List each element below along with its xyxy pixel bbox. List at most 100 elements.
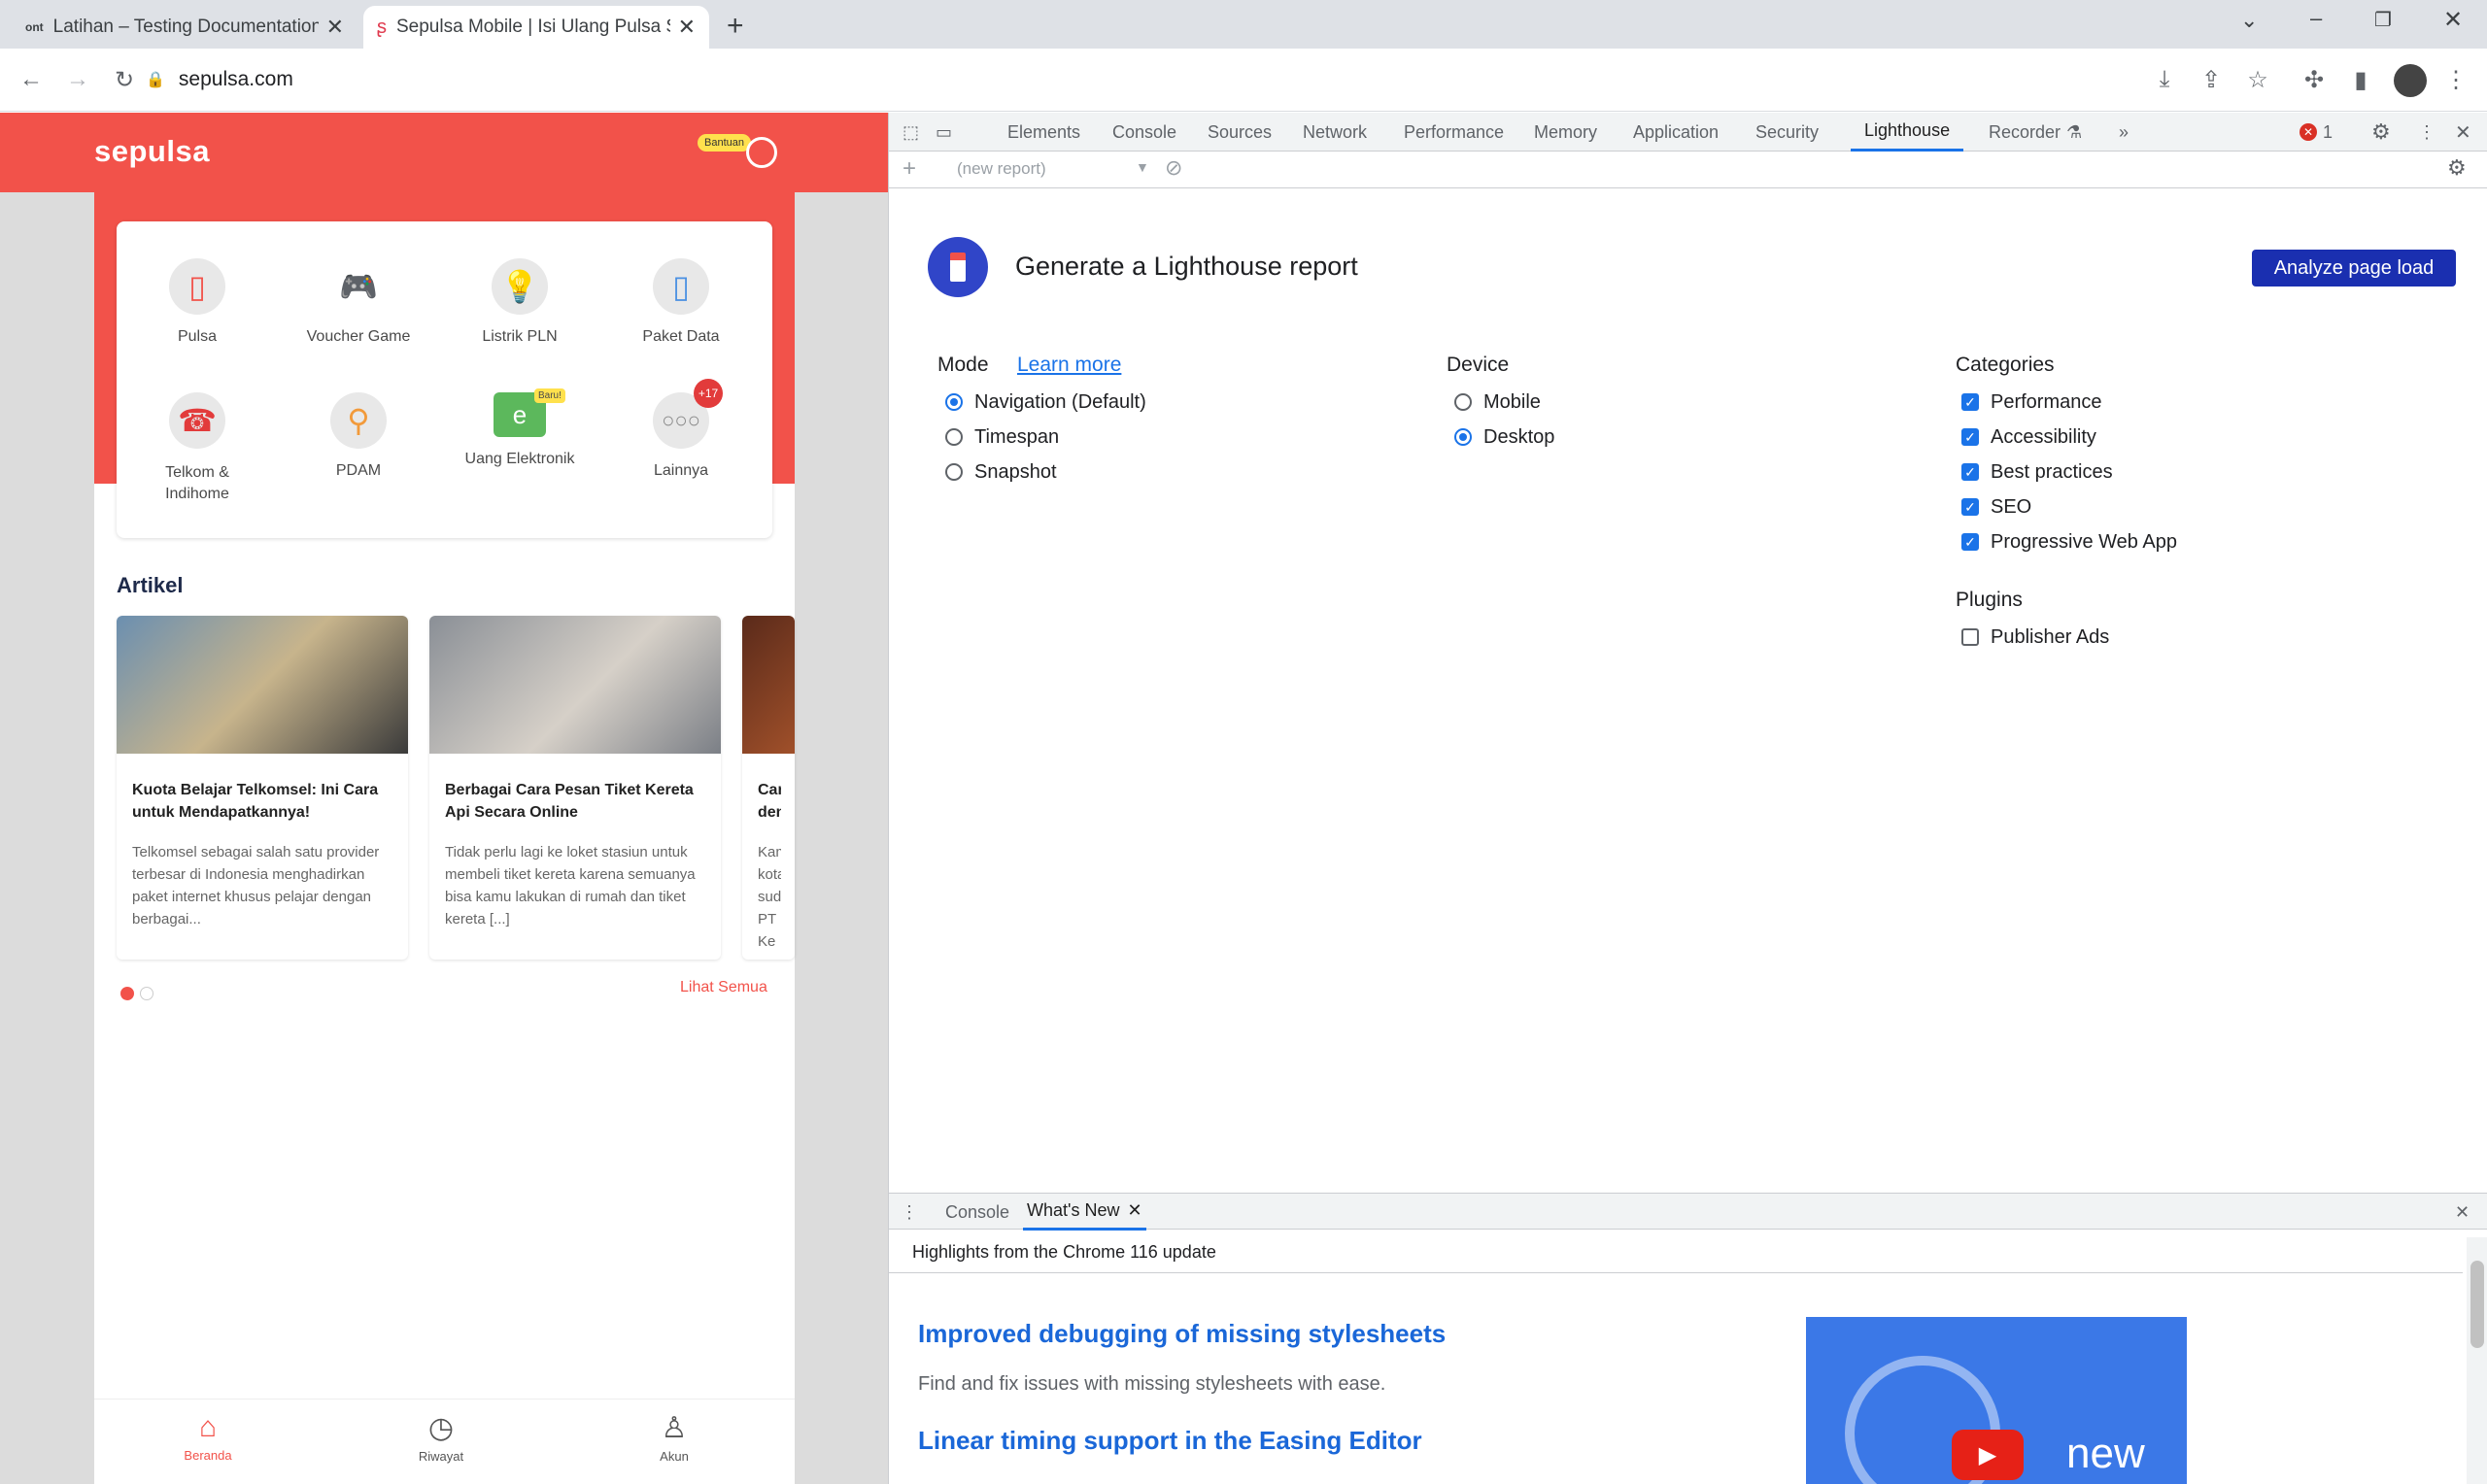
devtools-menu-icon[interactable]: ⋮ [2418,113,2436,152]
analyze-page-load-button[interactable]: Analyze page load [2252,250,2456,287]
category-accessibility[interactable]: ✓ Accessibility [1961,420,2096,455]
tab-memory[interactable]: Memory [1534,113,1597,152]
error-counter[interactable]: ✕ 1 [2300,113,2333,152]
article-card[interactable]: Cara deng Kami kota suda PT Ke [742,616,795,960]
chat-help-icon[interactable] [746,137,777,168]
bantuan-badge[interactable]: Bantuan [698,134,751,152]
close-tab-icon[interactable]: ✕ [678,15,696,40]
menu-item-uang-elektronik[interactable]: e Baru! Uang Elektronik [439,388,600,468]
lighthouse-settings-icon[interactable]: ⚙ [2447,155,2467,181]
close-drawer-icon[interactable]: ✕ [2455,1194,2470,1231]
plugin-publisher-ads[interactable]: Publisher Ads [1961,620,2109,655]
drawer-menu-icon[interactable]: ⋮ [901,1194,918,1231]
new-tab-button[interactable]: + [727,10,744,43]
minimize-icon[interactable]: – [2310,6,2322,31]
checkbox-checked[interactable]: ✓ [1961,428,1979,446]
close-window-icon[interactable]: ✕ [2443,6,2463,34]
bookmark-star-icon[interactable]: ☆ [2238,60,2277,99]
drawer-tab-whats-new[interactable]: What's New ✕ [1023,1194,1146,1231]
category-seo[interactable]: ✓ SEO [1961,489,2031,524]
radio-button[interactable] [945,393,963,411]
add-report-icon[interactable]: + [903,155,916,183]
checkbox-checked[interactable]: ✓ [1961,498,1979,516]
whats-new-heading-link[interactable]: Improved debugging of missing stylesheet… [918,1319,1446,1349]
radio-button[interactable] [945,428,963,446]
nav-label: Akun [660,1449,689,1464]
omnibox[interactable]: 🔒 sepulsa.com [146,56,2147,103]
checkbox-checked[interactable]: ✓ [1961,393,1979,411]
tab-console[interactable]: Console [1112,113,1176,152]
lihat-semua-link[interactable]: Lihat Semua [680,979,767,996]
mode-option-timespan[interactable]: Timespan [945,420,1059,455]
nav-beranda[interactable]: ⌂ Beranda [150,1411,266,1463]
carousel-dot[interactable] [140,987,153,1000]
menu-item-lainnya[interactable]: ○○○ +17 Lainnya [600,379,762,480]
whats-new-video-thumbnail[interactable]: ▶ new [1806,1317,2187,1484]
reload-icon[interactable]: ↻ [105,60,144,99]
tab-title: Sepulsa Mobile | Isi Ulang Pulsa S [396,17,670,37]
tab-network[interactable]: Network [1303,113,1367,152]
nav-riwayat[interactable]: ◷ Riwayat [383,1411,499,1464]
menu-item-pulsa[interactable]: ▯ Pulsa [117,258,278,346]
share-icon[interactable]: ⇪ [2192,60,2231,99]
category-performance[interactable]: ✓ Performance [1961,385,2102,420]
device-option-desktop[interactable]: Desktop [1454,420,1554,455]
radio-button[interactable] [1454,428,1472,446]
checkbox-checked[interactable]: ✓ [1961,463,1979,481]
mode-option-snapshot[interactable]: Snapshot [945,455,1057,489]
browser-tab-latihan[interactable]: ont Latihan – Testing Documentation ✕ [12,6,358,49]
radio-button[interactable] [945,463,963,481]
nav-label: Beranda [184,1448,232,1463]
article-card[interactable]: Kuota Belajar Telkomsel: Ini Cara untuk … [117,616,408,960]
category-best-practices[interactable]: ✓ Best practices [1961,455,2113,489]
menu-item-pdam[interactable]: ⚲ PDAM [278,392,439,480]
install-icon[interactable]: ⤓ [2145,60,2184,99]
side-panel-icon[interactable]: ▮ [2341,60,2380,99]
clear-icon[interactable]: ⊘ [1165,155,1182,181]
tab-elements[interactable]: Elements [1007,113,1080,152]
checkbox-unchecked[interactable] [1961,628,1979,646]
menu-item-listrik-pln[interactable]: 💡 Listrik PLN [439,258,600,346]
scrollbar-thumb[interactable] [2470,1261,2484,1348]
checkbox-checked[interactable]: ✓ [1961,533,1979,551]
tab-security[interactable]: Security [1755,113,1819,152]
close-tab-icon[interactable]: ✕ [1127,1200,1141,1221]
tab-recorder[interactable]: Recorder [1989,113,2061,152]
restore-icon[interactable]: ❐ [2374,8,2392,32]
settings-gear-icon[interactable]: ⚙ [2371,113,2391,152]
browser-tab-sepulsa[interactable]: ʂ Sepulsa Mobile | Isi Ulang Pulsa S ✕ [363,6,709,49]
mode-option-navigation[interactable]: Navigation (Default) [945,385,1146,420]
device-toolbar-icon[interactable]: ▭ [936,113,952,152]
more-tabs-icon[interactable]: » [2119,113,2129,152]
article-card[interactable]: Berbagai Cara Pesan Tiket Kereta Api Sec… [429,616,721,960]
chrome-menu-icon[interactable]: ⋮ [2436,60,2475,99]
close-tab-icon[interactable]: ✕ [326,15,344,40]
report-select[interactable]: (new report) [957,159,1046,179]
close-devtools-icon[interactable]: ✕ [2455,113,2471,152]
back-arrow-icon[interactable]: ← [12,60,51,99]
nav-akun[interactable]: ♙ Akun [616,1411,732,1464]
tab-application[interactable]: Application [1633,113,1719,152]
tab-search-icon[interactable]: ⌄ [2240,8,2258,33]
extensions-icon[interactable]: ✣ [2295,60,2334,99]
menu-item-telkom-indihome[interactable]: ☎ Telkom & Indihome [117,392,278,505]
whats-new-heading-link[interactable]: Linear timing support in the Easing Edit… [918,1426,1422,1456]
category-pwa[interactable]: ✓ Progressive Web App [1961,524,2177,559]
tab-performance[interactable]: Performance [1404,113,1504,152]
sepulsa-logo[interactable]: sepulsa [94,134,210,169]
forward-arrow-icon[interactable]: → [58,60,97,99]
dropdown-arrow-icon[interactable]: ▼ [1136,159,1149,175]
device-option-mobile[interactable]: Mobile [1454,385,1541,420]
profile-avatar[interactable] [2394,64,2427,97]
tab-lighthouse[interactable]: Lighthouse [1851,113,1964,152]
tab-sources[interactable]: Sources [1208,113,1272,152]
tab-title: Latihan – Testing Documentation [52,17,319,37]
carousel-dot-active[interactable] [120,987,134,1000]
menu-item-paket-data[interactable]: ▯ Paket Data [600,258,762,346]
menu-item-voucher-game[interactable]: 🎮 Voucher Game [278,258,439,346]
inspect-element-icon[interactable]: ⬚ [903,113,919,152]
youtube-play-icon[interactable]: ▶ [1952,1430,2024,1480]
learn-more-link[interactable]: Learn more [1017,354,1121,377]
radio-button[interactable] [1454,393,1472,411]
drawer-tab-console[interactable]: Console [945,1194,1009,1231]
